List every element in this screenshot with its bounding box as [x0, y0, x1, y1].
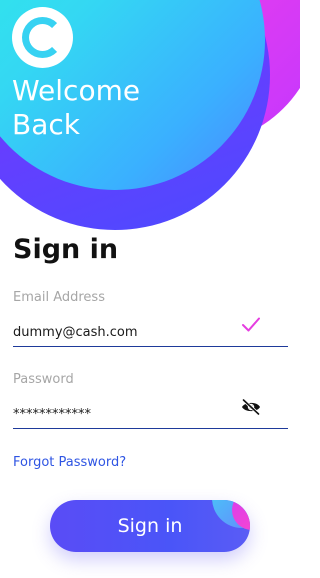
- welcome-title: Welcome Back: [12, 74, 141, 141]
- c-logo-icon: [22, 17, 63, 58]
- eye-off-icon[interactable]: [240, 398, 262, 416]
- hero-header: Welcome Back: [0, 0, 300, 240]
- forgot-password-link[interactable]: Forgot Password?: [13, 455, 126, 470]
- checkmark-icon: [242, 317, 260, 332]
- password-label: Password: [13, 372, 74, 387]
- email-label: Email Address: [13, 290, 105, 305]
- app-logo: [12, 7, 73, 68]
- sign-in-button[interactable]: Sign in: [50, 500, 250, 552]
- sign-in-heading: Sign in: [13, 234, 119, 265]
- sign-in-button-label: Sign in: [117, 515, 183, 537]
